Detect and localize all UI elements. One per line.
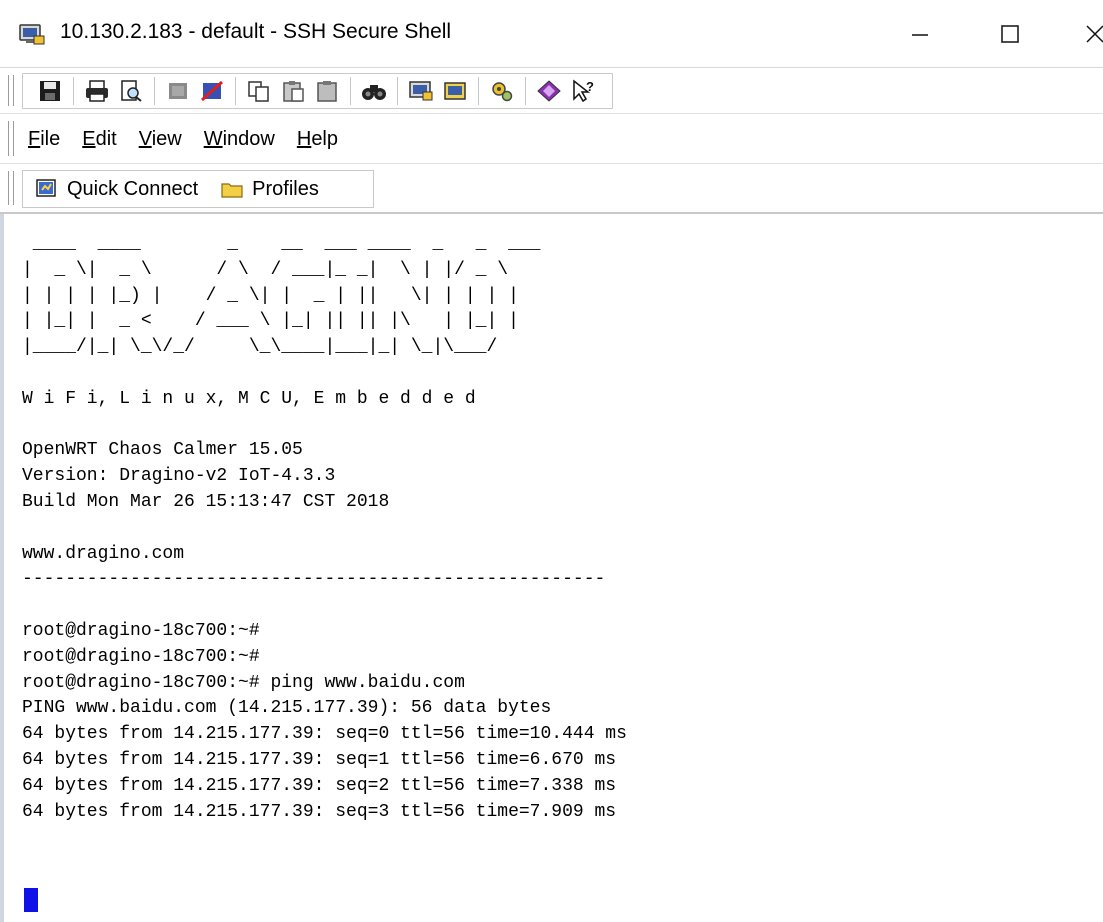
settings-window-icon[interactable] bbox=[440, 77, 470, 105]
terminal-line: 64 bytes from 14.215.177.39: seq=1 ttl=5… bbox=[22, 749, 617, 770]
toolbar: ? bbox=[22, 73, 613, 109]
close-icon[interactable] bbox=[1075, 14, 1103, 54]
terminal-line: | | | | |_) | / _ \| | _ | || \| | | | | bbox=[22, 285, 519, 306]
context-help-icon[interactable]: ? bbox=[568, 77, 598, 105]
find-icon[interactable] bbox=[359, 77, 389, 105]
terminal-line: www.dragino.com bbox=[22, 543, 185, 564]
folder-icon bbox=[221, 183, 243, 198]
menu-view[interactable]: View bbox=[139, 128, 182, 151]
minimize-icon[interactable] bbox=[900, 14, 940, 54]
toolbar-group-settings bbox=[479, 77, 526, 105]
terminal-line: W i F i, L i n u x, M C U, E m b e d d e… bbox=[22, 388, 476, 409]
toolbar-grip[interactable] bbox=[8, 75, 14, 106]
connect-toolbar: Quick Connect Profiles bbox=[22, 170, 374, 208]
toolbar-group-help: ? bbox=[526, 77, 606, 105]
terminal-line: root@dragino-18c700:~# bbox=[22, 646, 260, 667]
menu-help[interactable]: Help bbox=[297, 128, 338, 151]
toolbar-row: ? bbox=[0, 68, 1103, 114]
menubar-row: File Edit View Window Help bbox=[0, 114, 1103, 164]
toolbar-group-file bbox=[27, 77, 74, 105]
help-book-icon[interactable] bbox=[534, 77, 564, 105]
terminal-line: | |_| | _ < / ___ \ |_| || || |\ | |_| | bbox=[22, 311, 519, 332]
svg-text:?: ? bbox=[586, 79, 594, 94]
menubar: File Edit View Window Help bbox=[28, 114, 338, 164]
quick-connect-button[interactable]: Quick Connect bbox=[35, 178, 198, 201]
terminal-line: root@dragino-18c700:~# ping www.baidu.co… bbox=[22, 672, 465, 693]
terminal-line: Version: Dragino-v2 IoT-4.3.3 bbox=[22, 466, 336, 487]
terminal-line: 64 bytes from 14.215.177.39: seq=2 ttl=5… bbox=[22, 775, 617, 796]
toolbar-group-window bbox=[398, 77, 479, 105]
window-title: 10.130.2.183 - default - SSH Secure Shel… bbox=[60, 20, 452, 43]
terminal-output: ____ ____ _ __ ___ ____ _ _ ___ | _ \| _… bbox=[22, 232, 627, 825]
toolbar-group-find bbox=[351, 77, 398, 105]
terminal-line: OpenWRT Chaos Calmer 15.05 bbox=[22, 440, 303, 461]
copy-icon[interactable] bbox=[244, 77, 274, 105]
menubar-grip[interactable] bbox=[8, 121, 14, 156]
connectbar-grip[interactable] bbox=[8, 171, 14, 205]
disconnect-icon[interactable] bbox=[163, 77, 193, 105]
terminal-line: | _ \| _ \ / \ / ___|_ _| \ | |/ _ \ bbox=[22, 259, 509, 280]
terminal-line: ----------------------------------------… bbox=[22, 569, 606, 590]
terminal-line: ____ ____ _ __ ___ ____ _ _ ___ bbox=[22, 234, 541, 254]
terminal-line: |____/|_| \_\/_/ \_\____|___|_| \_|\___/ bbox=[22, 337, 498, 358]
disconnect-red-icon[interactable] bbox=[197, 77, 227, 105]
print-preview-icon[interactable] bbox=[116, 77, 146, 105]
toolbar-group-clipboard bbox=[236, 77, 351, 105]
profiles-button[interactable]: Profiles bbox=[220, 178, 319, 201]
terminal-line: 64 bytes from 14.215.177.39: seq=0 ttl=5… bbox=[22, 724, 627, 745]
terminal-line: root@dragino-18c700:~# bbox=[22, 620, 260, 641]
save-icon[interactable] bbox=[35, 77, 65, 105]
title-bar: 10.130.2.183 - default - SSH Secure Shel… bbox=[0, 0, 1103, 68]
new-window-icon[interactable] bbox=[406, 77, 436, 105]
ssh-client-icon bbox=[18, 22, 46, 46]
terminal-line: PING www.baidu.com (14.215.177.39): 56 d… bbox=[22, 698, 552, 719]
print-icon[interactable] bbox=[82, 77, 112, 105]
toolbar-group-print bbox=[74, 77, 155, 105]
terminal-cursor bbox=[24, 888, 38, 912]
connect-row: Quick Connect Profiles bbox=[0, 164, 1103, 214]
quick-connect-icon bbox=[36, 179, 56, 197]
paste-clipboard-icon[interactable] bbox=[312, 77, 342, 105]
terminal-area[interactable]: ____ ____ _ __ ___ ____ _ _ ___ | _ \| _… bbox=[4, 216, 1103, 922]
menu-edit[interactable]: Edit bbox=[82, 128, 116, 151]
paste-icon[interactable] bbox=[278, 77, 308, 105]
toolbar-group-connection bbox=[155, 77, 236, 105]
terminal-line: 64 bytes from 14.215.177.39: seq=3 ttl=5… bbox=[22, 801, 617, 822]
menu-window[interactable]: Window bbox=[204, 128, 275, 151]
menu-file[interactable]: File bbox=[28, 128, 60, 151]
settings-icon[interactable] bbox=[487, 77, 517, 105]
terminal-line: Build Mon Mar 26 15:13:47 CST 2018 bbox=[22, 491, 390, 512]
maximize-icon[interactable] bbox=[990, 14, 1030, 54]
